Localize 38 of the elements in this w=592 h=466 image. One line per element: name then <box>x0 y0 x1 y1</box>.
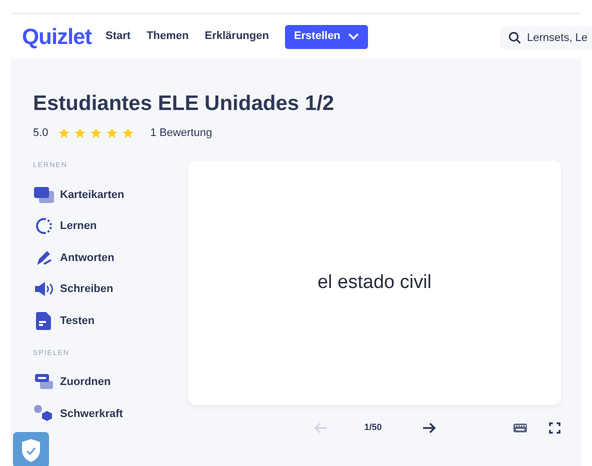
privacy-shield-badge[interactable] <box>13 432 49 466</box>
set-title: Estudiantes ELE Unidades 1/2 <box>33 91 336 117</box>
speaker-icon <box>34 281 54 298</box>
star-icon <box>106 127 118 139</box>
create-button[interactable]: Erstellen <box>284 24 368 48</box>
nav-link[interactable]: Erklärungen <box>204 28 269 45</box>
nav-link[interactable]: Themen <box>146 28 189 45</box>
card-term: el estado civil <box>317 270 432 295</box>
left-arrow-icon <box>314 422 328 434</box>
card-counter: 1/50 <box>364 421 382 434</box>
star-icon <box>90 127 102 139</box>
star-icon <box>58 127 70 139</box>
study-mode-link[interactable]: Schreiben <box>33 274 188 305</box>
star-icon <box>122 127 134 139</box>
logo[interactable]: Quizlet <box>22 20 92 53</box>
document-icon <box>36 312 52 330</box>
study-mode-link[interactable]: Schwerkraft <box>33 398 188 430</box>
falling-shapes-icon <box>34 404 54 423</box>
search-field[interactable]: Lernsets, Le <box>500 26 592 50</box>
flashcard[interactable]: el estado civil <box>188 161 561 405</box>
shield-icon <box>20 438 42 462</box>
chevron-down-icon <box>348 33 360 40</box>
study-mode-link[interactable]: Testen <box>33 305 188 336</box>
pen-icon <box>34 248 52 267</box>
review-count[interactable]: 1 Bewertung <box>150 124 212 142</box>
match-cards-icon <box>34 374 52 390</box>
study-mode-link[interactable]: Antworten <box>33 242 188 274</box>
star-icon <box>74 127 86 139</box>
study-mode-link[interactable]: Zuordnen <box>33 366 188 398</box>
rating-value: 5.0 <box>33 126 48 141</box>
study-mode-link[interactable]: Lernen <box>33 210 188 242</box>
right-arrow-icon <box>422 422 436 434</box>
cards-icon <box>34 186 54 203</box>
fullscreen-icon[interactable] <box>549 422 561 434</box>
keyboard-icon[interactable] <box>513 423 528 433</box>
nav-link[interactable]: Start <box>106 28 131 45</box>
circular-arrows-icon <box>34 217 52 236</box>
study-mode-link[interactable]: Karteikarten <box>33 179 188 210</box>
